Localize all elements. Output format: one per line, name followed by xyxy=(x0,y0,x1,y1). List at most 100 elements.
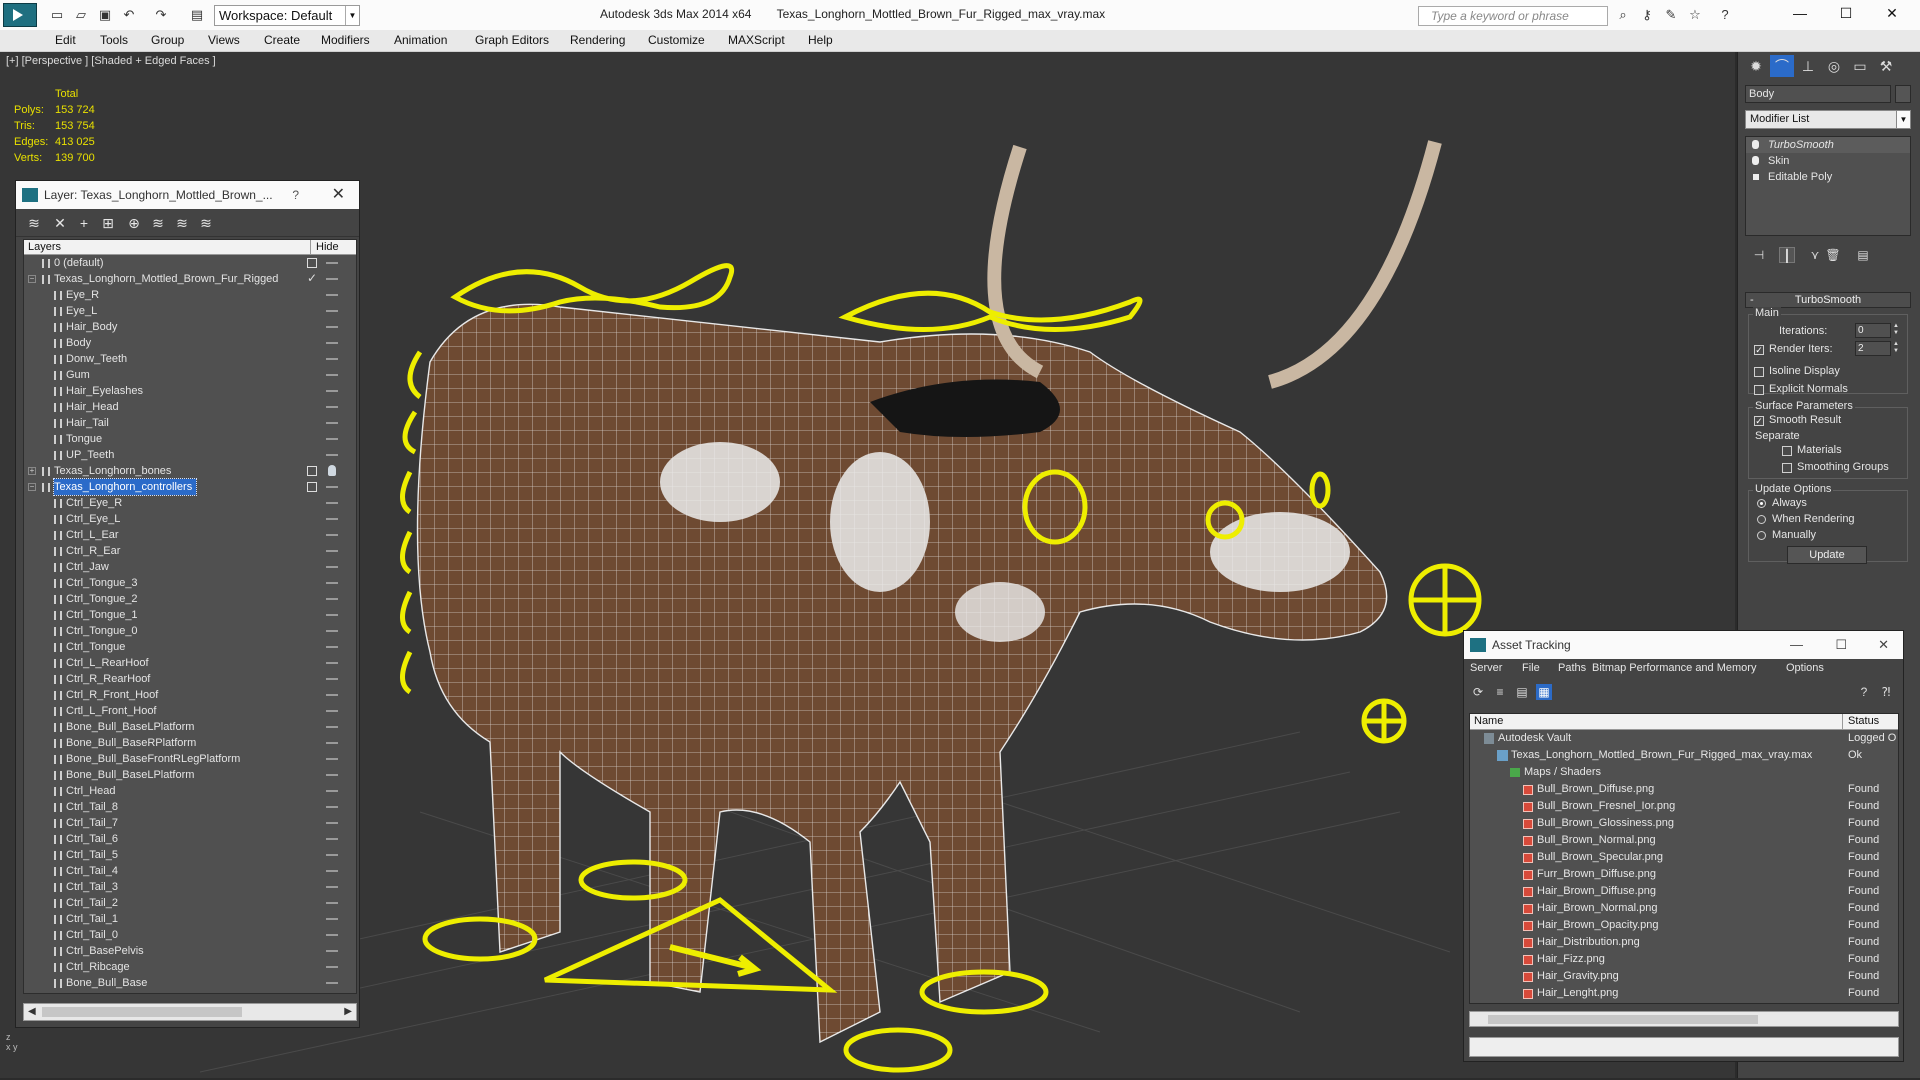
object-row[interactable]: Ctrl_L_Ear xyxy=(24,527,356,543)
menu-options[interactable]: Options xyxy=(1786,662,1824,674)
scroll-right-icon[interactable]: ▶ xyxy=(344,1004,352,1020)
subscription-icon[interactable]: ✎ xyxy=(1662,6,1680,24)
object-row[interactable]: Bone_Bull_BaseFrontRLegPlatform xyxy=(24,751,356,767)
render-iters-spinner[interactable]: 2 xyxy=(1855,341,1891,356)
object-row[interactable]: Ctrl_Tail_2 xyxy=(24,895,356,911)
always-radio[interactable] xyxy=(1757,499,1766,508)
delete-layer-icon[interactable]: ✕ xyxy=(52,215,68,231)
layer-panel-titlebar[interactable]: Layer: Texas_Longhorn_Mottled_Brown_... … xyxy=(16,181,359,209)
hide-toggle[interactable] xyxy=(326,342,338,344)
object-row[interactable]: Ctrl_Tongue xyxy=(24,639,356,655)
binoculars-icon[interactable]: ⌕ xyxy=(1614,6,1632,24)
hide-toggle[interactable] xyxy=(326,774,338,776)
table-view-icon[interactable]: ▦ xyxy=(1536,684,1552,700)
hide-toggle[interactable] xyxy=(326,374,338,376)
layer-row[interactable]: 0 (default) xyxy=(24,255,356,271)
asset-row[interactable]: Hair_Brown_Opacity.png Found xyxy=(1470,917,1898,934)
lightbulb-icon[interactable] xyxy=(1752,140,1759,149)
menu-rendering[interactable]: Rendering xyxy=(570,33,625,47)
horizontal-scrollbar[interactable]: ◀ ▶ xyxy=(23,1003,357,1021)
asset-row[interactable]: Bull_Brown_Specular.png Found xyxy=(1470,849,1898,866)
hide-toggle[interactable] xyxy=(326,598,338,600)
save-file-icon[interactable]: ▣ xyxy=(96,6,114,24)
motion-tab-icon[interactable]: ◎ xyxy=(1822,55,1846,77)
asset-row[interactable]: Bull_Brown_Diffuse.png Found xyxy=(1470,781,1898,798)
manually-radio[interactable] xyxy=(1757,531,1766,540)
hide-toggle[interactable] xyxy=(326,534,338,536)
object-row[interactable]: Ctrl_Tail_3 xyxy=(24,879,356,895)
object-row[interactable]: Ctrl_Tongue_2 xyxy=(24,591,356,607)
maximize-button[interactable]: ☐ xyxy=(1823,0,1869,26)
menu-help[interactable]: Help xyxy=(808,33,833,47)
object-row[interactable]: Ctrl_Tongue_1 xyxy=(24,607,356,623)
object-row[interactable]: Bone_Bull_Base xyxy=(24,975,356,991)
help-icon[interactable]: ? xyxy=(292,181,299,209)
object-row[interactable]: Hair_Body xyxy=(24,319,356,335)
asset-row[interactable]: Autodesk Vault Logged O xyxy=(1470,730,1898,747)
modifier-list-dropdown[interactable]: Modifier List ▼ xyxy=(1745,110,1911,129)
menu-views[interactable]: Views xyxy=(208,33,240,47)
redo-icon[interactable]: ↷ xyxy=(152,6,170,24)
new-file-icon[interactable]: ▭ xyxy=(48,6,66,24)
smooth-result-checkbox[interactable]: ✓ xyxy=(1754,416,1764,426)
minimize-button[interactable]: — xyxy=(1777,0,1823,26)
object-row[interactable]: Gum xyxy=(24,367,356,383)
add-layer-icon[interactable]: + xyxy=(76,215,92,231)
hide-toggle[interactable] xyxy=(326,294,338,296)
object-row[interactable]: Ctrl_R_Front_Hoof xyxy=(24,687,356,703)
object-row[interactable]: Ctrl_Tail_8 xyxy=(24,799,356,815)
spinner-arrows-icon[interactable]: ▲ ▼ xyxy=(1893,323,1901,338)
menu-graph-editors[interactable]: Graph Editors xyxy=(475,33,549,47)
hide-toggle[interactable] xyxy=(326,502,338,504)
hide-toggle[interactable] xyxy=(326,518,338,520)
search-input[interactable]: Type a keyword or phrase xyxy=(1418,6,1608,26)
make-unique-icon[interactable]: ⋎ xyxy=(1807,247,1823,263)
object-row[interactable]: Ctrl_Tail_1 xyxy=(24,911,356,927)
expand-icon[interactable] xyxy=(1753,174,1759,180)
layers-stack-icon[interactable]: ≋ xyxy=(26,215,42,231)
freeze-all-icon[interactable]: ≋ xyxy=(198,215,214,231)
hide-toggle[interactable] xyxy=(326,646,338,648)
asset-row[interactable]: Hair_Gravity.png Found xyxy=(1470,968,1898,985)
menu-group[interactable]: Group xyxy=(151,33,184,47)
asset-row[interactable]: Furr_Brown_Diffuse.png Found xyxy=(1470,866,1898,883)
hide-toggle[interactable] xyxy=(326,454,338,456)
hide-toggle[interactable] xyxy=(326,966,338,968)
hide-toggle[interactable] xyxy=(326,742,338,744)
configure-sets-icon[interactable]: ▤ xyxy=(1855,247,1871,263)
scroll-thumb[interactable] xyxy=(42,1007,242,1017)
list-view-icon[interactable]: ≡ xyxy=(1492,684,1508,700)
rollout-header[interactable]: - TurboSmooth xyxy=(1745,292,1911,308)
object-row[interactable]: Ctrl_R_Ear xyxy=(24,543,356,559)
remove-modifier-icon[interactable]: 🗑 xyxy=(1825,247,1841,263)
hide-toggle[interactable] xyxy=(326,982,338,984)
asset-tracking-titlebar[interactable]: Asset Tracking — ☐ ✕ xyxy=(1464,631,1903,659)
hide-toggle[interactable] xyxy=(326,566,338,568)
current-layer-box[interactable] xyxy=(307,482,317,492)
menu-tools[interactable]: Tools xyxy=(100,33,128,47)
collapse-icon[interactable]: − xyxy=(28,275,36,283)
hide-toggle[interactable] xyxy=(326,806,338,808)
asset-row[interactable]: Hair_Lenght.png Found xyxy=(1470,985,1898,1002)
asset-row[interactable]: Hair_Brown_Diffuse.png Found xyxy=(1470,883,1898,900)
object-row[interactable]: Ctrl_L_RearHoof xyxy=(24,655,356,671)
object-row[interactable]: Hair_Head xyxy=(24,399,356,415)
object-row[interactable]: Ctrl_Eye_R xyxy=(24,495,356,511)
hide-toggle[interactable] xyxy=(326,710,338,712)
checkmark-icon[interactable]: ✓ xyxy=(307,270,317,286)
hide-toggle[interactable] xyxy=(326,326,338,328)
hide-toggle[interactable] xyxy=(326,662,338,664)
help-icon[interactable]: ? xyxy=(1716,6,1734,24)
utilities-tab-icon[interactable]: ⚒ xyxy=(1874,55,1898,77)
hide-all-icon[interactable]: ≋ xyxy=(174,215,190,231)
undo-icon[interactable]: ↶ xyxy=(120,6,138,24)
create-tab-icon[interactable]: ✹ xyxy=(1744,55,1768,77)
object-row[interactable]: Ctrl_Tail_5 xyxy=(24,847,356,863)
menu-edit[interactable]: Edit xyxy=(55,33,76,47)
hide-toggle[interactable] xyxy=(326,438,338,440)
materials-checkbox[interactable] xyxy=(1782,446,1792,456)
display-tab-icon[interactable]: ▭ xyxy=(1848,55,1872,77)
hide-toggle[interactable] xyxy=(326,582,338,584)
favorites-star-icon[interactable]: ☆ xyxy=(1686,6,1704,24)
hide-toggle[interactable] xyxy=(326,758,338,760)
